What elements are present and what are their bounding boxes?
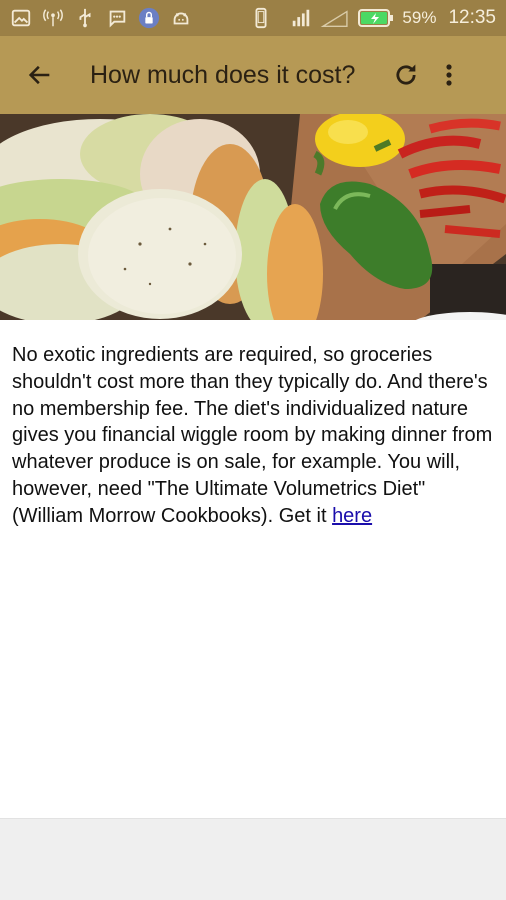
more-vert-icon <box>446 64 452 86</box>
back-button[interactable] <box>12 47 68 103</box>
hero-image <box>0 114 506 320</box>
phone-icon <box>250 7 272 29</box>
battery-icon <box>358 7 394 29</box>
battery-percent: 59% <box>402 8 437 27</box>
refresh-button[interactable] <box>384 53 428 97</box>
more-options-button[interactable] <box>432 53 466 97</box>
lock-icon <box>138 7 160 29</box>
bottom-area <box>0 818 506 900</box>
chat-icon <box>106 7 128 29</box>
arrow-back-icon <box>28 65 50 85</box>
signal-icon <box>290 7 312 29</box>
clock: 12:35 <box>448 7 496 28</box>
article-body: No exotic ingredients are required, so g… <box>12 342 498 530</box>
no-signal-icon <box>320 7 350 29</box>
usb-icon <box>74 7 96 29</box>
here-link[interactable]: here <box>332 505 372 527</box>
android-icon <box>170 7 192 29</box>
page-title: How much does it cost? <box>90 60 356 89</box>
refresh-icon <box>396 64 416 85</box>
app-bar: How much does it cost? <box>0 36 506 114</box>
status-bar: 59% 12:35 <box>0 0 506 36</box>
article-text: No exotic ingredients are required, so g… <box>12 344 493 527</box>
image-icon <box>10 7 32 29</box>
signal-tower-icon <box>42 7 64 29</box>
